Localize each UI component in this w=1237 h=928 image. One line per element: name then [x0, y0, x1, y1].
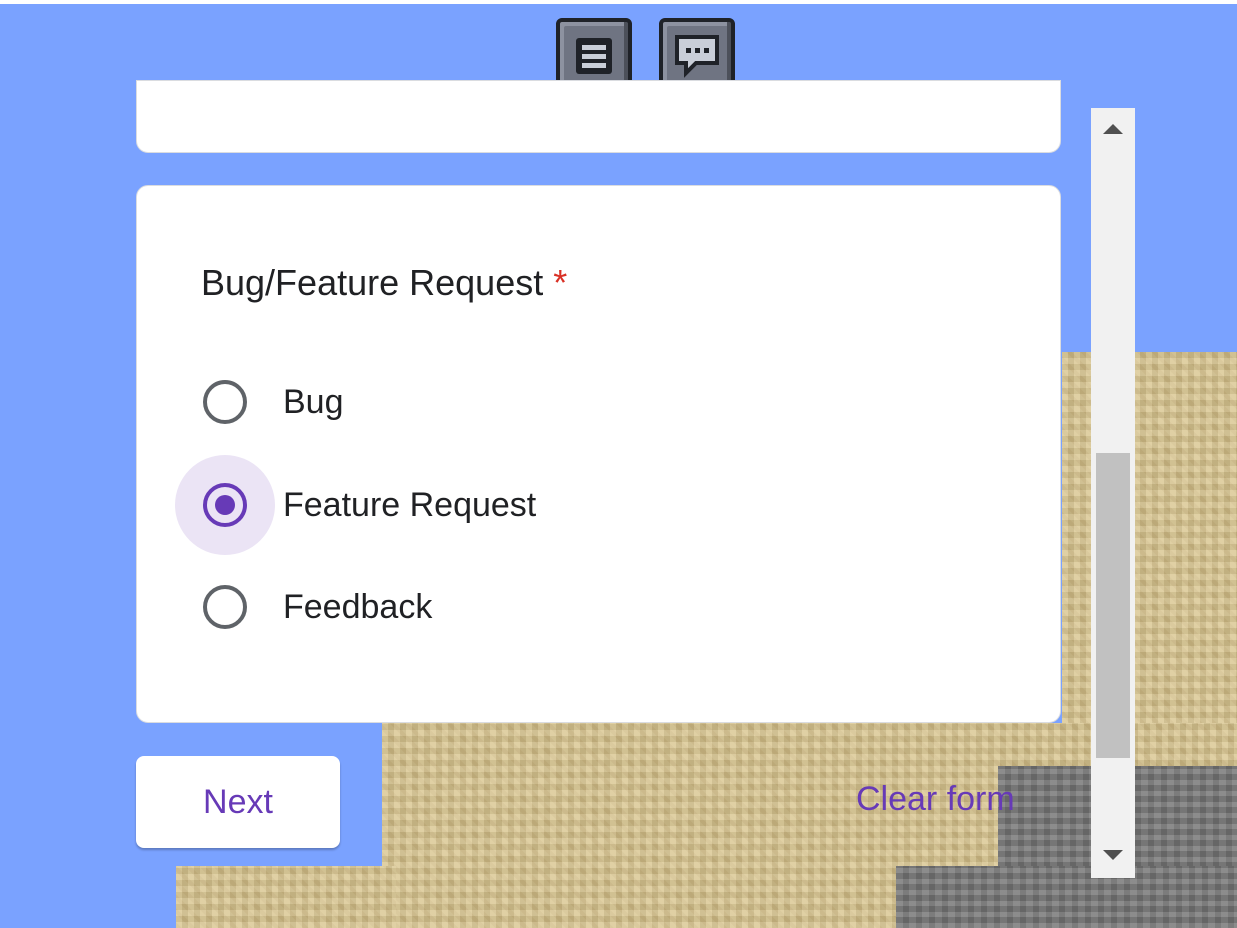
chat-icon [675, 35, 719, 78]
game-viewport: Bug/Feature Request * Bug Feature Request… [0, 0, 1237, 928]
option-bug[interactable]: Bug [175, 352, 675, 452]
option-label-feedback[interactable]: Feedback [283, 588, 432, 627]
required-marker: * [553, 262, 568, 303]
option-feedback[interactable]: Feedback [175, 557, 675, 657]
sand-terrain-left [176, 866, 396, 928]
previous-question-card [136, 80, 1061, 153]
clear-form-link[interactable]: Clear form [856, 780, 1015, 819]
scroll-down-arrow-icon[interactable] [1103, 850, 1123, 860]
stone-terrain-lower [896, 866, 1237, 928]
option-label-bug[interactable]: Bug [283, 383, 344, 422]
radio-wrap-feedback[interactable] [175, 557, 275, 657]
option-label-feature-request[interactable]: Feature Request [283, 486, 536, 525]
scroll-thumb[interactable] [1096, 453, 1130, 758]
radio-feedback[interactable] [203, 585, 247, 629]
option-feature-request[interactable]: Feature Request [175, 455, 675, 555]
radio-bug[interactable] [203, 380, 247, 424]
scroll-up-arrow-icon[interactable] [1103, 124, 1123, 134]
question-title: Bug/Feature Request * [201, 262, 567, 304]
sand-terrain-upper [1062, 352, 1237, 772]
next-button[interactable]: Next [136, 756, 340, 848]
menu-icon [576, 38, 612, 74]
question-card: Bug/Feature Request * Bug Feature Request… [136, 185, 1061, 723]
question-title-text: Bug/Feature Request [201, 262, 544, 303]
radio-wrap-feature-request[interactable] [175, 455, 275, 555]
radio-feature-request[interactable] [203, 483, 247, 527]
radio-wrap-bug[interactable] [175, 352, 275, 452]
top-border [0, 0, 1237, 4]
scrollbar[interactable] [1091, 108, 1135, 878]
